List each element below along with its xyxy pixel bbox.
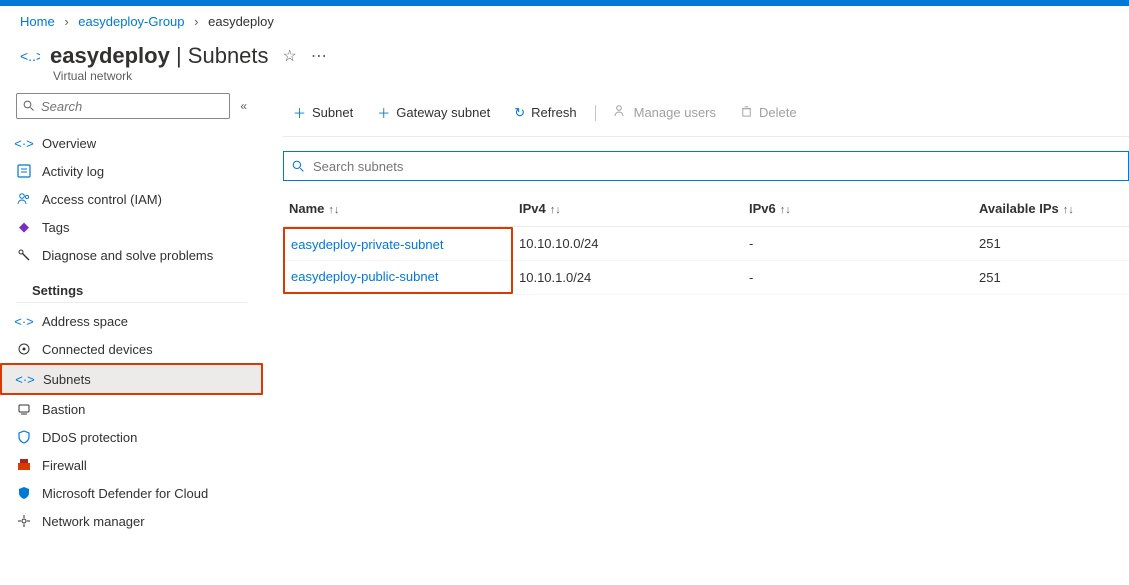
sidebar-item-label: Connected devices [42, 342, 153, 357]
chevron-right-icon: › [64, 14, 68, 29]
toolbar: ＋ Subnet ＋ Gateway subnet ↻ Refresh Mana… [283, 93, 1129, 137]
sidebar-item-activity[interactable]: Activity log [0, 157, 263, 185]
star-icon[interactable]: ☆ [283, 46, 297, 66]
col-name[interactable]: Name↑↓ [283, 191, 513, 227]
sidebar-item-firewall[interactable]: Firewall [0, 451, 263, 479]
sidebar-item-overview[interactable]: <·> Overview [0, 129, 263, 157]
collapse-sidebar-icon[interactable]: « [240, 99, 247, 113]
cell-available: 251 [973, 260, 1129, 294]
sidebar: « <·> Overview Activity log Access contr… [0, 93, 263, 545]
firewall-icon [16, 457, 32, 473]
toolbar-label: Refresh [531, 105, 577, 120]
sidebar-item-label: Firewall [42, 458, 87, 473]
people-icon [614, 104, 628, 121]
cell-ipv6: - [743, 260, 973, 294]
activity-log-icon [16, 163, 32, 179]
sidebar-item-diagnose[interactable]: Diagnose and solve problems [0, 241, 263, 269]
sidebar-item-subnets[interactable]: <·> Subnets [0, 363, 263, 395]
breadcrumb-home[interactable]: Home [20, 14, 55, 29]
shield-icon [16, 429, 32, 445]
vnet-icon: <·> [16, 135, 32, 151]
sidebar-item-defender[interactable]: Microsoft Defender for Cloud [0, 479, 263, 507]
defender-icon [16, 485, 32, 501]
toolbar-label: Delete [759, 105, 797, 120]
page-header: <..> easydeploy | Subnets ☆ ⋯ [0, 37, 1129, 71]
chevron-right-icon: › [194, 14, 198, 29]
add-gateway-subnet-button[interactable]: ＋ Gateway subnet [367, 99, 500, 126]
col-ipv6[interactable]: IPv6↑↓ [743, 191, 973, 227]
add-subnet-button[interactable]: ＋ Subnet [283, 99, 363, 126]
sidebar-item-label: Bastion [42, 402, 85, 417]
toolbar-separator [595, 105, 596, 121]
sidebar-item-label: Address space [42, 314, 128, 329]
sort-icon: ↑↓ [550, 204, 561, 216]
cell-ipv6: - [743, 227, 973, 261]
subnets-icon: <·> [17, 371, 33, 387]
col-ipv4[interactable]: IPv4↑↓ [513, 191, 743, 227]
address-space-icon: <·> [16, 313, 32, 329]
toolbar-label: Gateway subnet [396, 105, 490, 120]
sidebar-item-label: Microsoft Defender for Cloud [42, 486, 208, 501]
sort-icon: ↑↓ [780, 204, 791, 216]
subnet-link[interactable]: easydeploy-private-subnet [291, 237, 443, 252]
diagnose-icon [16, 247, 32, 263]
bastion-icon [16, 401, 32, 417]
search-icon [292, 160, 305, 173]
page-title: easydeploy | Subnets [50, 43, 269, 69]
sidebar-item-label: Network manager [42, 514, 145, 529]
sidebar-item-label: Overview [42, 136, 96, 151]
sidebar-section-settings: Settings [16, 269, 247, 303]
sidebar-item-address-space[interactable]: <·> Address space [0, 307, 263, 335]
plus-icon: ＋ [293, 103, 306, 122]
toolbar-label: Subnet [312, 105, 353, 120]
breadcrumb-group[interactable]: easydeploy-Group [78, 14, 184, 29]
cell-available: 251 [973, 227, 1129, 261]
search-subnets[interactable] [283, 151, 1129, 181]
sort-icon: ↑↓ [1063, 204, 1074, 216]
sidebar-item-label: DDoS protection [42, 430, 137, 445]
tag-icon: ◆ [16, 219, 32, 235]
refresh-icon: ↻ [514, 105, 525, 121]
sidebar-item-bastion[interactable]: Bastion [0, 395, 263, 423]
cell-ipv4: 10.10.1.0/24 [513, 260, 743, 294]
delete-button[interactable]: Delete [730, 101, 807, 125]
search-subnets-input[interactable] [311, 158, 1120, 175]
subnets-table: Name↑↓ IPv4↑↓ IPv6↑↓ Available IPs↑↓ eas… [283, 191, 1129, 295]
sidebar-item-ddos[interactable]: DDoS protection [0, 423, 263, 451]
devices-icon [16, 341, 32, 357]
col-available[interactable]: Available IPs↑↓ [973, 191, 1129, 227]
sidebar-search[interactable] [16, 93, 230, 119]
sidebar-item-label: Tags [42, 220, 69, 235]
sort-icon: ↑↓ [328, 204, 339, 216]
cell-ipv4: 10.10.10.0/24 [513, 227, 743, 261]
sidebar-item-label: Subnets [43, 372, 91, 387]
refresh-button[interactable]: ↻ Refresh [504, 101, 586, 125]
vnet-icon: <..> [20, 46, 40, 66]
sidebar-item-network-manager[interactable]: Network manager [0, 507, 263, 535]
toolbar-label: Manage users [634, 105, 716, 120]
svg-text:<..>: <..> [20, 48, 40, 64]
sidebar-item-connected-devices[interactable]: Connected devices [0, 335, 263, 363]
search-icon [23, 100, 35, 112]
network-manager-icon [16, 513, 32, 529]
more-icon[interactable]: ⋯ [311, 46, 327, 66]
breadcrumb-current: easydeploy [208, 14, 274, 29]
breadcrumb: Home › easydeploy-Group › easydeploy [0, 6, 1129, 37]
sidebar-item-label: Diagnose and solve problems [42, 248, 213, 263]
trash-icon [740, 105, 753, 121]
resource-type-label: Virtual network [0, 69, 1129, 93]
subnet-link[interactable]: easydeploy-public-subnet [291, 269, 438, 284]
sidebar-item-tags[interactable]: ◆ Tags [0, 213, 263, 241]
sidebar-item-iam[interactable]: Access control (IAM) [0, 185, 263, 213]
manage-users-button[interactable]: Manage users [604, 100, 726, 125]
people-icon [16, 191, 32, 207]
sidebar-search-input[interactable] [39, 98, 223, 115]
plus-icon: ＋ [377, 103, 390, 122]
sidebar-item-label: Activity log [42, 164, 104, 179]
sidebar-item-label: Access control (IAM) [42, 192, 162, 207]
main-content: ＋ Subnet ＋ Gateway subnet ↻ Refresh Mana… [263, 93, 1129, 295]
